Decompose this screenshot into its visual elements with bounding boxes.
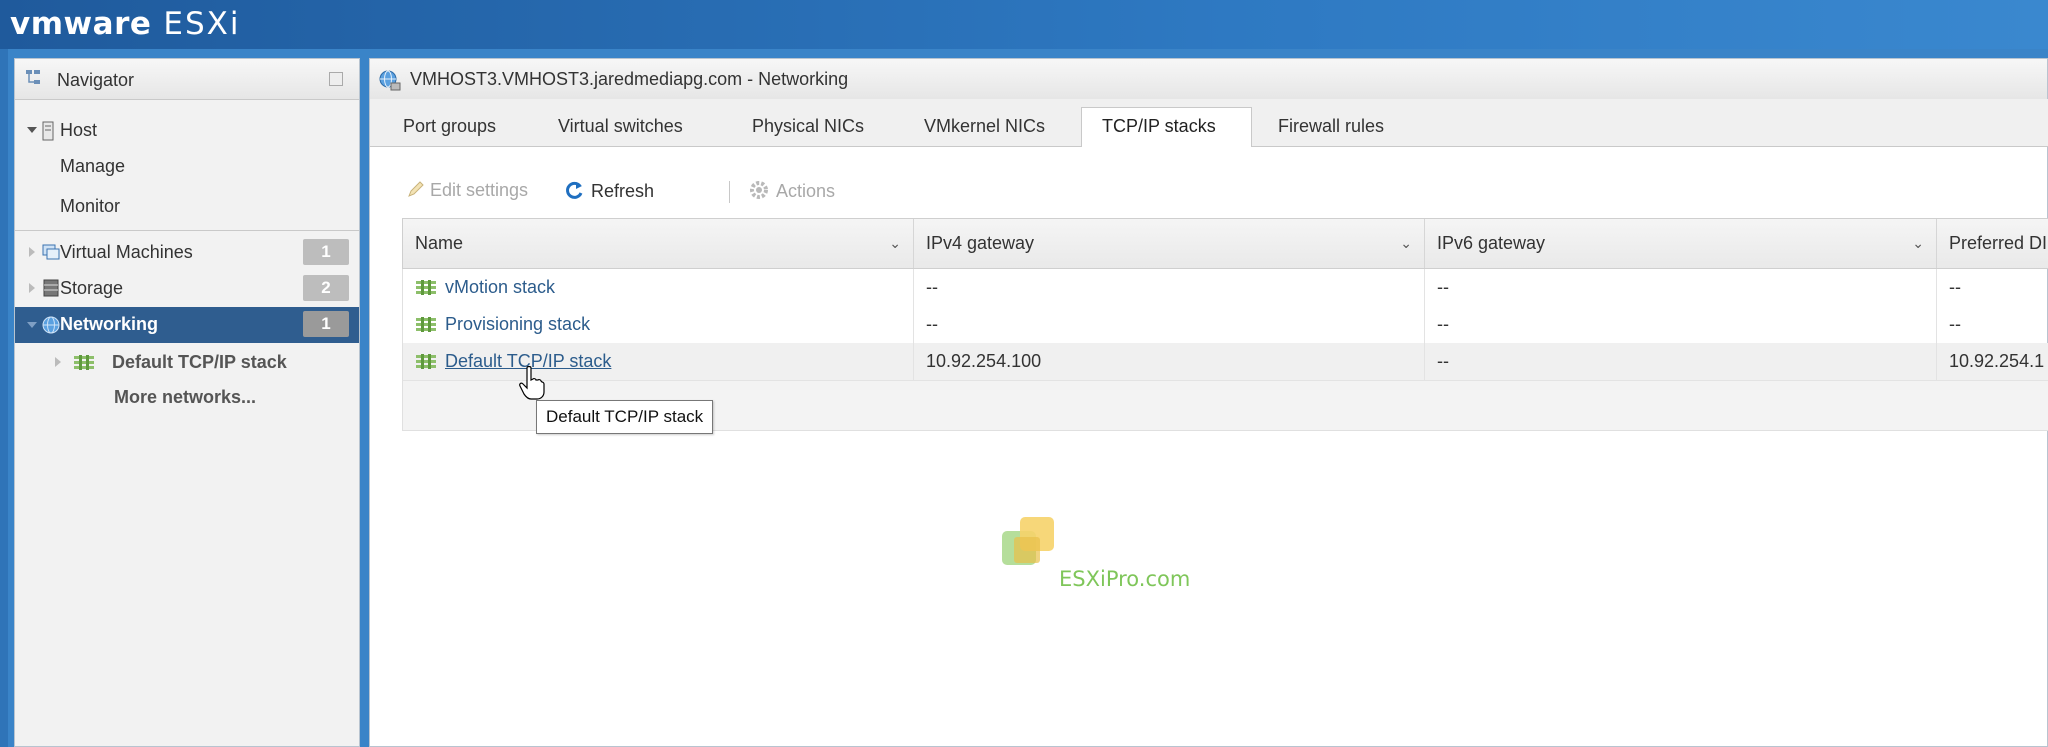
refresh-button[interactable]: Refresh <box>563 179 654 202</box>
hand-cursor-icon <box>519 366 545 400</box>
tcpip-stack-icon <box>74 355 94 370</box>
tab-physical-nics[interactable]: Physical NICs <box>732 108 884 145</box>
cell-dns: -- <box>1949 277 1961 297</box>
nav-item-monitor[interactable]: Monitor <box>15 189 359 223</box>
cell-name[interactable]: Provisioning stack <box>403 306 914 343</box>
navigator-title: Navigator <box>57 70 135 90</box>
column-ipv4-label: IPv4 gateway <box>926 233 1035 253</box>
manage-label: Manage <box>60 156 126 176</box>
networking-globe-icon <box>42 316 60 334</box>
cell-ipv6: -- <box>1425 306 1937 343</box>
cell-ipv6: -- <box>1425 269 1937 306</box>
vmware-esxi-logo: vmware ESXi <box>10 6 241 42</box>
chevron-down-icon[interactable]: ⌄ <box>889 219 901 268</box>
column-name-label: Name <box>415 233 464 253</box>
monitor-label: Monitor <box>60 196 121 216</box>
tooltip: Default TCP/IP stack <box>536 400 714 434</box>
tab-virtual-switches[interactable]: Virtual switches <box>538 108 703 145</box>
tcpip-stack-icon <box>416 317 436 332</box>
gear-icon <box>750 181 768 199</box>
tab-vmkernel-nics[interactable]: VMkernel NICs <box>904 108 1065 145</box>
cell-name[interactable]: vMotion stack <box>403 269 914 306</box>
host-label: Host <box>60 120 98 140</box>
collapse-navigator-button[interactable] <box>329 72 343 86</box>
tab-tcpip-stacks[interactable]: TCP/IP stacks <box>1081 107 1252 147</box>
nav-item-storage[interactable]: Storage 2 <box>15 271 359 305</box>
edit-settings-label: Edit settings <box>430 180 529 200</box>
table-row[interactable]: Provisioning stack -- -- -- <box>402 306 2048 343</box>
brand-product: ESXi <box>163 6 241 42</box>
table-header: Name ⌄ IPv4 gateway ⌄ IPv6 gateway ⌄ Pre… <box>402 218 2048 269</box>
expand-right-icon[interactable] <box>29 283 35 293</box>
pencil-icon <box>408 181 424 197</box>
actions-button[interactable]: Actions <box>748 179 835 202</box>
cell-dns: -- <box>1949 314 1961 334</box>
expand-down-icon[interactable] <box>27 127 37 133</box>
expand-right-icon[interactable] <box>29 247 35 257</box>
chevron-down-icon[interactable]: ⌄ <box>1400 219 1412 268</box>
virtual-machines-label: Virtual Machines <box>60 242 193 262</box>
column-header-ipv4-gateway[interactable]: IPv4 gateway ⌄ <box>914 219 1425 268</box>
navigator-icon <box>26 70 40 84</box>
vm-count-badge: 1 <box>303 239 349 265</box>
column-header-preferred-dns[interactable]: Preferred DI <box>1937 219 2048 268</box>
nav-item-more-networks[interactable]: More networks... <box>15 380 359 414</box>
nav-item-host[interactable]: Host <box>15 113 359 147</box>
actions-label: Actions <box>776 181 836 201</box>
tcpip-stack-icon <box>416 354 436 369</box>
storage-label: Storage <box>60 278 124 298</box>
navigator-panel: Navigator Host Manage Monitor Virtual Ma… <box>14 58 360 747</box>
cell-dns: 10.92.254.1 <box>1949 351 2045 371</box>
refresh-icon <box>566 181 583 199</box>
cell-name[interactable]: Default TCP/IP stack <box>403 343 914 380</box>
table-row[interactable]: vMotion stack -- -- -- <box>402 269 2048 306</box>
virtual-machines-icon <box>42 244 60 260</box>
nav-item-virtual-machines[interactable]: Virtual Machines 1 <box>15 235 359 269</box>
table-row[interactable]: Default TCP/IP stack 10.92.254.100 -- 10… <box>402 343 2048 380</box>
tcpip-stack-icon <box>416 280 436 295</box>
networking-label: Networking <box>60 314 159 334</box>
watermark-text: ESXiPro.com <box>1059 567 1191 591</box>
tab-firewall-rules[interactable]: Firewall rules <box>1258 108 1404 145</box>
chevron-down-icon[interactable]: ⌄ <box>1912 219 1924 268</box>
column-dns-label: Preferred DI <box>1949 233 2048 253</box>
stack-name-link[interactable]: Provisioning stack <box>445 314 590 334</box>
more-networks-label: More networks... <box>114 387 257 407</box>
cell-ipv4: -- <box>914 269 1425 306</box>
storage-icon <box>43 279 59 297</box>
column-ipv6-label: IPv6 gateway <box>1437 233 1546 253</box>
column-header-name[interactable]: Name ⌄ <box>403 219 914 268</box>
expand-down-icon[interactable] <box>27 322 37 328</box>
cell-ipv4: -- <box>914 306 1425 343</box>
navigator-header: Navigator <box>15 59 359 100</box>
networking-count-badge: 1 <box>303 311 349 337</box>
main-header: VMHOST3.VMHOST3.jaredmediapg.com - Netwo… <box>370 59 2047 100</box>
cell-ipv4: 10.92.254.100 <box>914 343 1425 380</box>
nav-item-networking[interactable]: Networking 1 <box>15 307 359 343</box>
edit-settings-button[interactable]: Edit settings <box>406 179 528 201</box>
networking-globe-icon <box>379 70 401 91</box>
cell-ipv6: -- <box>1425 343 1937 380</box>
nav-divider <box>15 230 359 231</box>
column-header-ipv6-gateway[interactable]: IPv6 gateway ⌄ <box>1425 219 1937 268</box>
expand-right-icon[interactable] <box>55 357 61 367</box>
refresh-label: Refresh <box>591 181 655 201</box>
brand-vmware: vmware <box>10 6 152 42</box>
page-title: VMHOST3.VMHOST3.jaredmediapg.com - Netwo… <box>410 69 849 89</box>
nav-item-default-tcpip-stack[interactable]: Default TCP/IP stack <box>15 345 359 379</box>
host-icon <box>42 121 54 141</box>
tab-port-groups[interactable]: Port groups <box>383 108 516 145</box>
default-tcpip-stack-label: Default TCP/IP stack <box>112 352 287 372</box>
stack-name-link[interactable]: vMotion stack <box>445 277 555 297</box>
top-bar: vmware ESXi <box>0 0 2048 49</box>
nav-item-manage[interactable]: Manage <box>15 149 359 183</box>
storage-count-badge: 2 <box>303 275 349 301</box>
toolbar-separator <box>729 181 730 203</box>
tab-bar: Port groups Virtual switches Physical NI… <box>370 99 2048 147</box>
